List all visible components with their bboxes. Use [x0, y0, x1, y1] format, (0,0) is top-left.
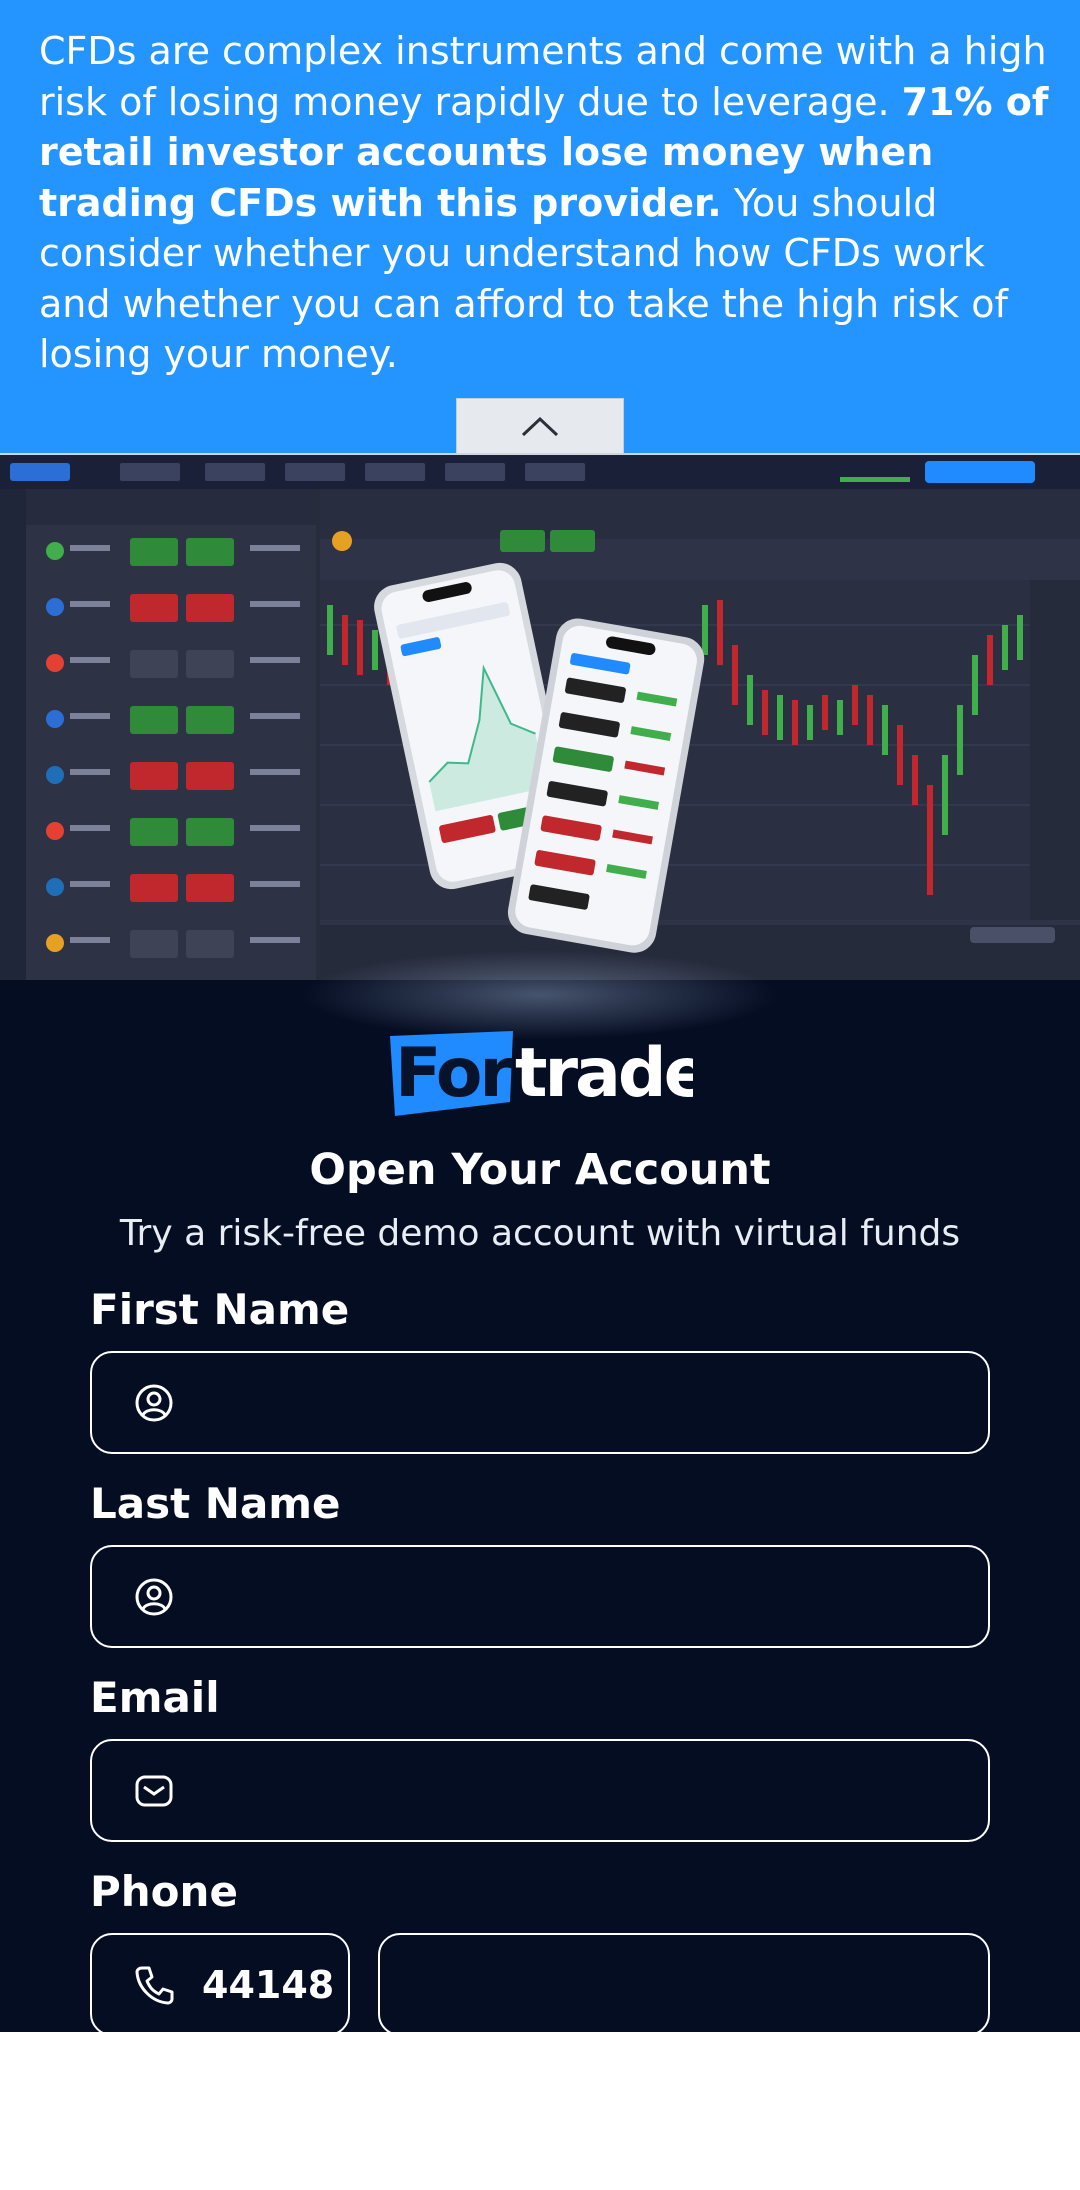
- phone-number-field[interactable]: [378, 1933, 990, 2036]
- first-name-label: First Name: [90, 1285, 350, 1334]
- last-name-input[interactable]: [196, 1573, 968, 1620]
- fortrade-logo: For trade: [390, 1031, 693, 1116]
- form-subtitle: Try a risk-free demo account with virtua…: [119, 1213, 961, 1254]
- risk-warning-text: CFDs are complex instruments and come wi…: [39, 29, 1049, 376]
- svg-text:For: For: [395, 1034, 513, 1113]
- email-label: Email: [90, 1673, 220, 1722]
- last-name-field[interactable]: [90, 1545, 990, 1648]
- phone-glow: [300, 950, 780, 1040]
- last-name-label: Last Name: [90, 1479, 341, 1528]
- user-icon: [135, 1384, 173, 1421]
- phone-label: Phone: [90, 1867, 238, 1916]
- page-bottom: [0, 2032, 1080, 2190]
- mail-icon: [135, 1775, 173, 1806]
- signup-section: For trade Open Your Account Try a risk-f…: [0, 950, 1080, 2036]
- risk-warning-banner: CFDs are complex instruments and come wi…: [0, 0, 1080, 453]
- collapse-banner-button[interactable]: [456, 398, 624, 453]
- svg-text:trade: trade: [515, 1034, 693, 1113]
- phone-number-input[interactable]: [410, 1961, 958, 2008]
- country-code-value: 44148: [202, 1962, 335, 2007]
- first-name-input[interactable]: [196, 1379, 968, 1426]
- email-field[interactable]: [90, 1739, 990, 1842]
- first-name-field[interactable]: [90, 1351, 990, 1454]
- platform-preview-image: [0, 455, 1080, 980]
- country-code-field[interactable]: 44148: [90, 1933, 350, 2036]
- form-title: Open Your Account: [309, 1145, 771, 1195]
- chevron-up-icon: [521, 416, 559, 437]
- phone-icon: [135, 1966, 174, 2004]
- user-icon: [135, 1578, 173, 1615]
- email-input[interactable]: [196, 1767, 968, 1814]
